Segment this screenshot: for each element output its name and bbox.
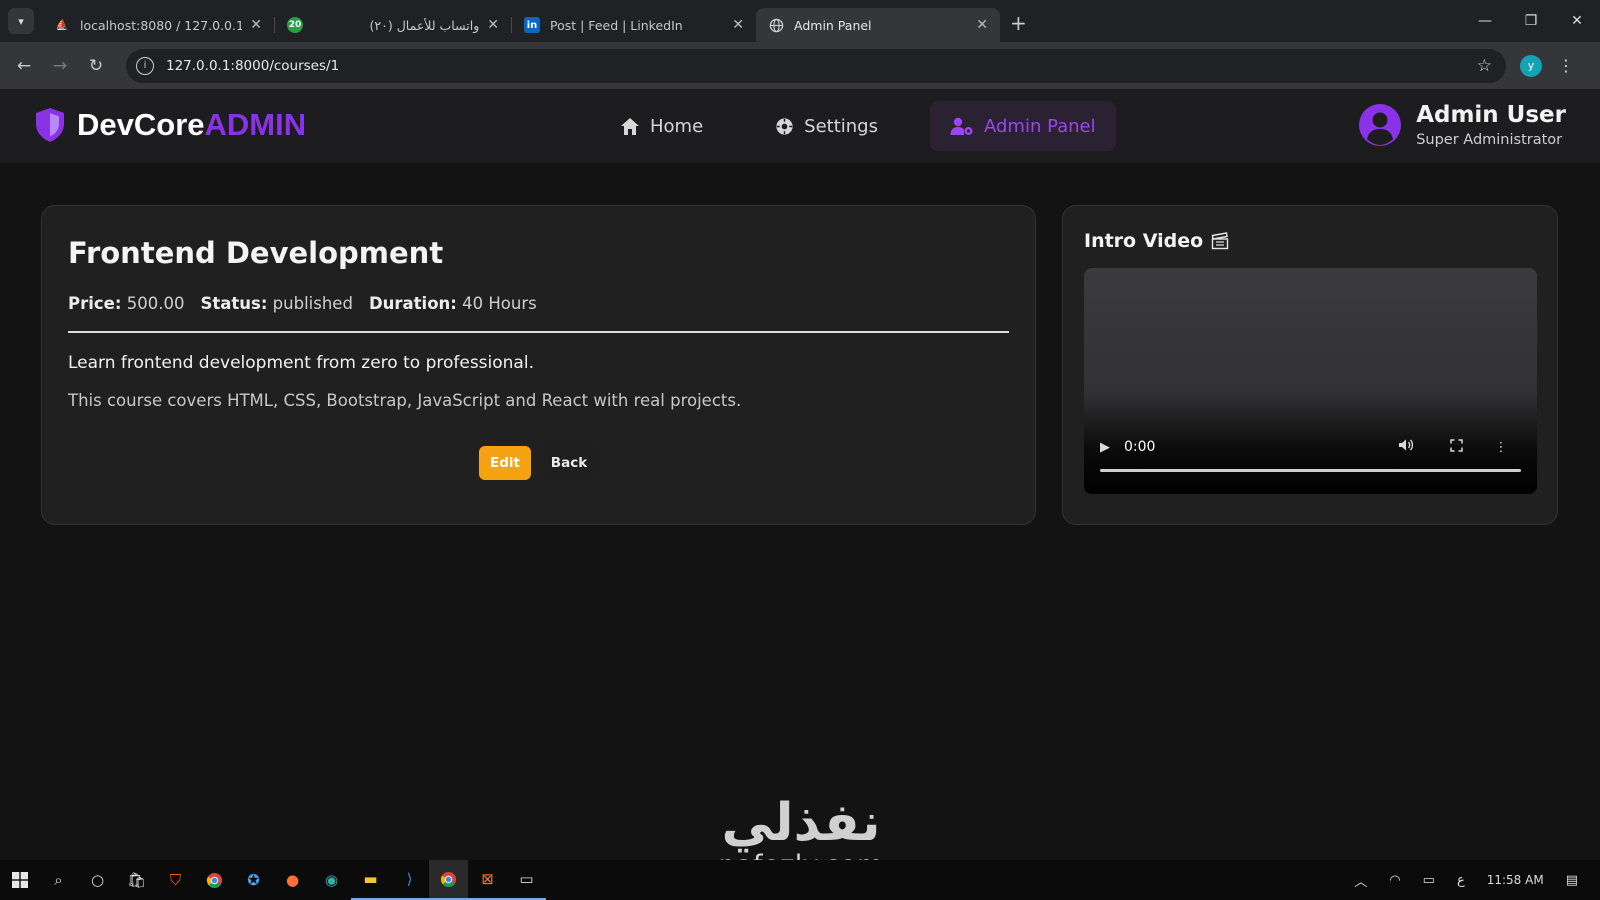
divider bbox=[68, 331, 1009, 333]
chrome-active-icon[interactable] bbox=[429, 860, 468, 900]
network-icon[interactable]: ◠ bbox=[1389, 873, 1400, 888]
brave-browser-icon[interactable]: ⛉ bbox=[156, 860, 195, 900]
clapperboard-icon bbox=[1211, 232, 1229, 250]
phpmyadmin-icon: ⛵ bbox=[55, 19, 69, 31]
play-icon[interactable]: ▶ bbox=[1100, 440, 1110, 455]
course-summary: Learn frontend development from zero to … bbox=[68, 353, 534, 373]
terminal-icon[interactable]: ▭ bbox=[507, 860, 546, 900]
firefox-icon[interactable]: ● bbox=[273, 860, 312, 900]
app-header: DevCore ADMIN Home Settings Admin Panel … bbox=[0, 89, 1600, 163]
back-arrow-icon[interactable]: ← bbox=[6, 56, 42, 76]
file-explorer-icon[interactable]: ▬ bbox=[351, 860, 390, 900]
browser-tab-bar: ▾ ⛵ localhost:8080 / 127.0.0.1 / skill ✕… bbox=[0, 0, 1600, 42]
address-bar[interactable]: i 127.0.0.1:8000/courses/1 ☆ bbox=[126, 48, 1506, 83]
more-options-icon[interactable]: ⋮ bbox=[1481, 440, 1521, 455]
volume-icon[interactable] bbox=[1381, 438, 1431, 456]
tab-search-button[interactable]: ▾ bbox=[8, 8, 34, 34]
windows-taskbar: ⌕ ○ 🛍 ⛉ ✪ ● ◉ ▬ ⟩ ⊠ ▭ ︿ ◠ ▭ ع 11:58 AM ▤ bbox=[0, 860, 1600, 900]
browser-tab-admin-panel[interactable]: Admin Panel ✕ bbox=[756, 8, 1000, 42]
close-tab-icon[interactable]: ✕ bbox=[732, 17, 744, 33]
edit-button[interactable]: Edit bbox=[479, 446, 531, 480]
video-progress-bar[interactable] bbox=[1100, 469, 1521, 472]
user-avatar-icon bbox=[1359, 104, 1402, 146]
user-cog-icon bbox=[950, 117, 973, 135]
nav-item-settings[interactable]: Settings bbox=[755, 101, 898, 151]
close-window-icon[interactable]: ✕ bbox=[1554, 13, 1600, 29]
url-text[interactable]: 127.0.0.1:8000/courses/1 bbox=[166, 58, 1477, 74]
notifications-icon[interactable]: ▤ bbox=[1566, 873, 1578, 888]
clock[interactable]: 11:58 AM bbox=[1487, 873, 1544, 887]
user-menu[interactable]: Admin User Super Administrator bbox=[1358, 102, 1566, 148]
course-title: Frontend Development bbox=[68, 236, 444, 270]
user-info: Admin User Super Administrator bbox=[1416, 102, 1566, 148]
course-details-card: Frontend Development Price: 500.00 Statu… bbox=[41, 205, 1036, 525]
new-tab-button[interactable]: + bbox=[1010, 11, 1027, 35]
close-tab-icon[interactable]: ✕ bbox=[487, 17, 499, 33]
forward-arrow-icon[interactable]: → bbox=[42, 56, 78, 76]
status-field: Status: published bbox=[200, 294, 353, 313]
back-button[interactable]: Back bbox=[539, 446, 599, 480]
xampp-icon[interactable]: ⊠ bbox=[468, 860, 507, 900]
brand-name-part2: ADMIN bbox=[204, 107, 307, 142]
course-meta: Price: 500.00 Status: published Duration… bbox=[68, 294, 1009, 313]
duration-value: 40 Hours bbox=[462, 294, 537, 313]
store-icon[interactable]: 🛍 bbox=[117, 860, 156, 900]
video-time: 0:00 bbox=[1124, 439, 1156, 455]
shield-icon bbox=[36, 108, 64, 142]
user-name: Admin User bbox=[1416, 102, 1566, 128]
video-player[interactable]: ▶ 0:00 ⋮ bbox=[1084, 268, 1537, 494]
price-field: Price: 500.00 bbox=[68, 294, 185, 313]
globe-icon bbox=[768, 17, 784, 33]
show-hidden-icons-icon[interactable]: ︿ bbox=[1354, 871, 1367, 890]
status-value: published bbox=[272, 294, 353, 313]
watermark-arabic-text: نفذلي bbox=[721, 793, 881, 853]
input-language[interactable]: ع bbox=[1457, 873, 1465, 888]
vscode-icon[interactable]: ⟩ bbox=[390, 860, 429, 900]
brand-name-part1: DevCore bbox=[77, 107, 205, 142]
edge-icon[interactable]: ◉ bbox=[312, 860, 351, 900]
chrome-icon[interactable] bbox=[195, 860, 234, 900]
video-card-title: Intro Video bbox=[1084, 230, 1536, 252]
browser-menu-icon[interactable]: ⋮ bbox=[1558, 56, 1574, 75]
intro-video-card: Intro Video ▶ 0:00 ⋮ bbox=[1062, 205, 1558, 525]
profile-avatar[interactable]: y bbox=[1520, 54, 1542, 77]
close-tab-icon[interactable]: ✕ bbox=[976, 17, 988, 33]
fullscreen-icon[interactable] bbox=[1431, 438, 1481, 456]
browser-tab-linkedin[interactable]: in Post | Feed | LinkedIn ✕ bbox=[512, 8, 756, 42]
home-icon bbox=[621, 117, 639, 135]
course-description: This course covers HTML, CSS, Bootstrap,… bbox=[68, 391, 742, 410]
price-value: 500.00 bbox=[126, 294, 185, 313]
system-tray: ︿ ◠ ▭ ع 11:58 AM ▤ bbox=[1343, 860, 1600, 900]
windows-start-icon[interactable] bbox=[0, 860, 39, 900]
nav-item-admin-panel[interactable]: Admin Panel bbox=[929, 101, 1116, 151]
app-icon[interactable]: ✪ bbox=[234, 860, 273, 900]
browser-toolbar: ← → ↻ i 127.0.0.1:8000/courses/1 ☆ y ⋮ bbox=[0, 42, 1600, 89]
restore-icon[interactable]: ❐ bbox=[1508, 13, 1554, 29]
browser-tab-whatsapp[interactable]: 20 (٢٠) واتساب للأعمال ✕ bbox=[275, 8, 511, 42]
reload-icon[interactable]: ↻ bbox=[78, 56, 114, 76]
video-controls: ▶ 0:00 ⋮ bbox=[1084, 434, 1537, 460]
brand-logo[interactable]: DevCore ADMIN bbox=[34, 107, 306, 143]
cortana-icon[interactable]: ○ bbox=[78, 860, 117, 900]
whatsapp-icon: 20 bbox=[287, 17, 303, 33]
browser-tab-phpmyadmin[interactable]: ⛵ localhost:8080 / 127.0.0.1 / skill ✕ bbox=[42, 8, 274, 42]
main-nav: Home Settings Admin Panel bbox=[600, 101, 1148, 151]
bookmark-star-icon[interactable]: ☆ bbox=[1477, 56, 1492, 76]
site-info-icon[interactable]: i bbox=[136, 56, 154, 75]
close-tab-icon[interactable]: ✕ bbox=[250, 17, 262, 33]
gear-icon bbox=[776, 117, 793, 135]
nav-item-home[interactable]: Home bbox=[600, 101, 723, 151]
duration-field: Duration: 40 Hours bbox=[368, 294, 537, 313]
minimize-icon[interactable]: — bbox=[1462, 13, 1508, 29]
linkedin-icon: in bbox=[524, 17, 540, 33]
search-icon[interactable]: ⌕ bbox=[39, 860, 78, 900]
course-actions: Edit Back bbox=[479, 446, 599, 480]
window-controls: — ❐ ✕ bbox=[1462, 0, 1600, 42]
user-role: Super Administrator bbox=[1416, 132, 1563, 148]
battery-icon[interactable]: ▭ bbox=[1423, 873, 1435, 888]
